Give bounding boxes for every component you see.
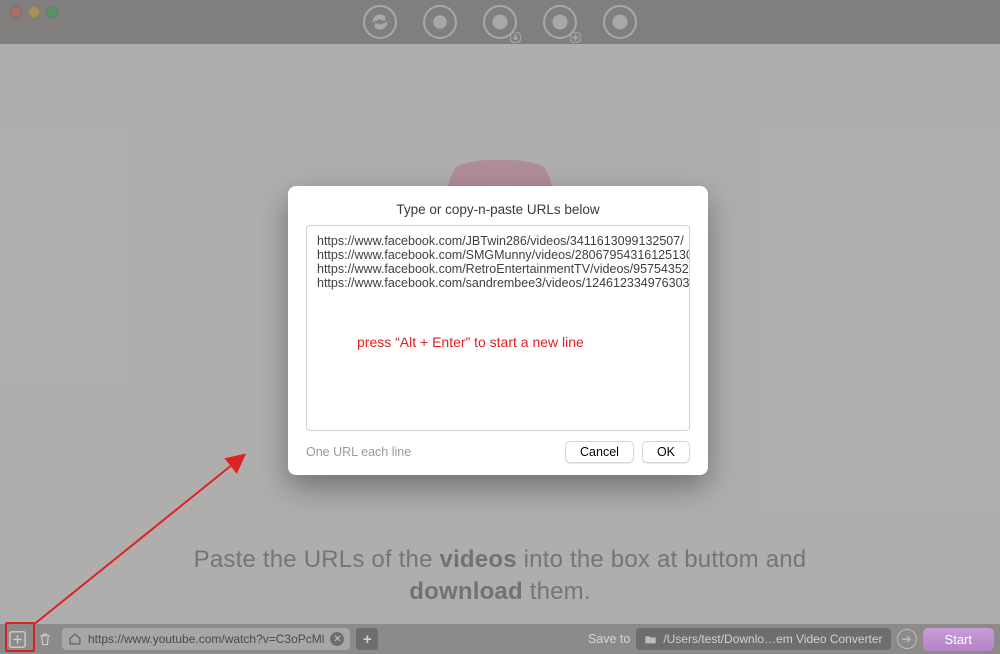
dialog-footer: One URL each line Cancel OK — [306, 441, 690, 463]
url-line-2: https://www.facebook.com/SMGMunny/videos… — [317, 248, 690, 262]
trash-button[interactable] — [34, 628, 56, 650]
start-button[interactable]: Start — [923, 628, 994, 651]
alt-enter-hint: press “Alt + Enter” to start a new line — [357, 334, 584, 350]
dialog-title: Type or copy-n-paste URLs below — [306, 200, 690, 225]
home-icon[interactable] — [68, 632, 82, 646]
one-url-hint: One URL each line — [306, 445, 411, 459]
save-path-text: /Users/test/Downlo…em Video Converter — [663, 632, 882, 646]
url-line-1: https://www.facebook.com/JBTwin286/video… — [317, 234, 684, 248]
folder-icon — [644, 633, 657, 646]
clear-url-icon[interactable]: ✕ — [330, 632, 344, 646]
url-line-4: https://www.facebook.com/sandrembee3/vid… — [317, 276, 690, 290]
url-line-3: https://www.facebook.com/RetroEntertainm… — [317, 262, 690, 276]
cancel-button[interactable]: Cancel — [565, 441, 634, 463]
url-input-value: https://www.youtube.com/watch?v=C3oPcMl — [88, 632, 324, 646]
add-url-button[interactable] — [6, 628, 28, 650]
go-arrow-icon[interactable]: ➔ — [897, 629, 917, 649]
ok-button[interactable]: OK — [642, 441, 690, 463]
bottom-bar: https://www.youtube.com/watch?v=C3oPcMl … — [0, 624, 1000, 654]
add-to-list-button[interactable]: + — [356, 628, 378, 650]
paste-urls-dialog: Type or copy-n-paste URLs below https://… — [288, 186, 708, 475]
url-textarea[interactable]: https://www.facebook.com/JBTwin286/video… — [306, 225, 690, 431]
save-path-display[interactable]: /Users/test/Downlo…em Video Converter — [636, 628, 890, 650]
url-input-bar[interactable]: https://www.youtube.com/watch?v=C3oPcMl … — [62, 628, 350, 650]
save-to-label: Save to — [588, 632, 630, 646]
